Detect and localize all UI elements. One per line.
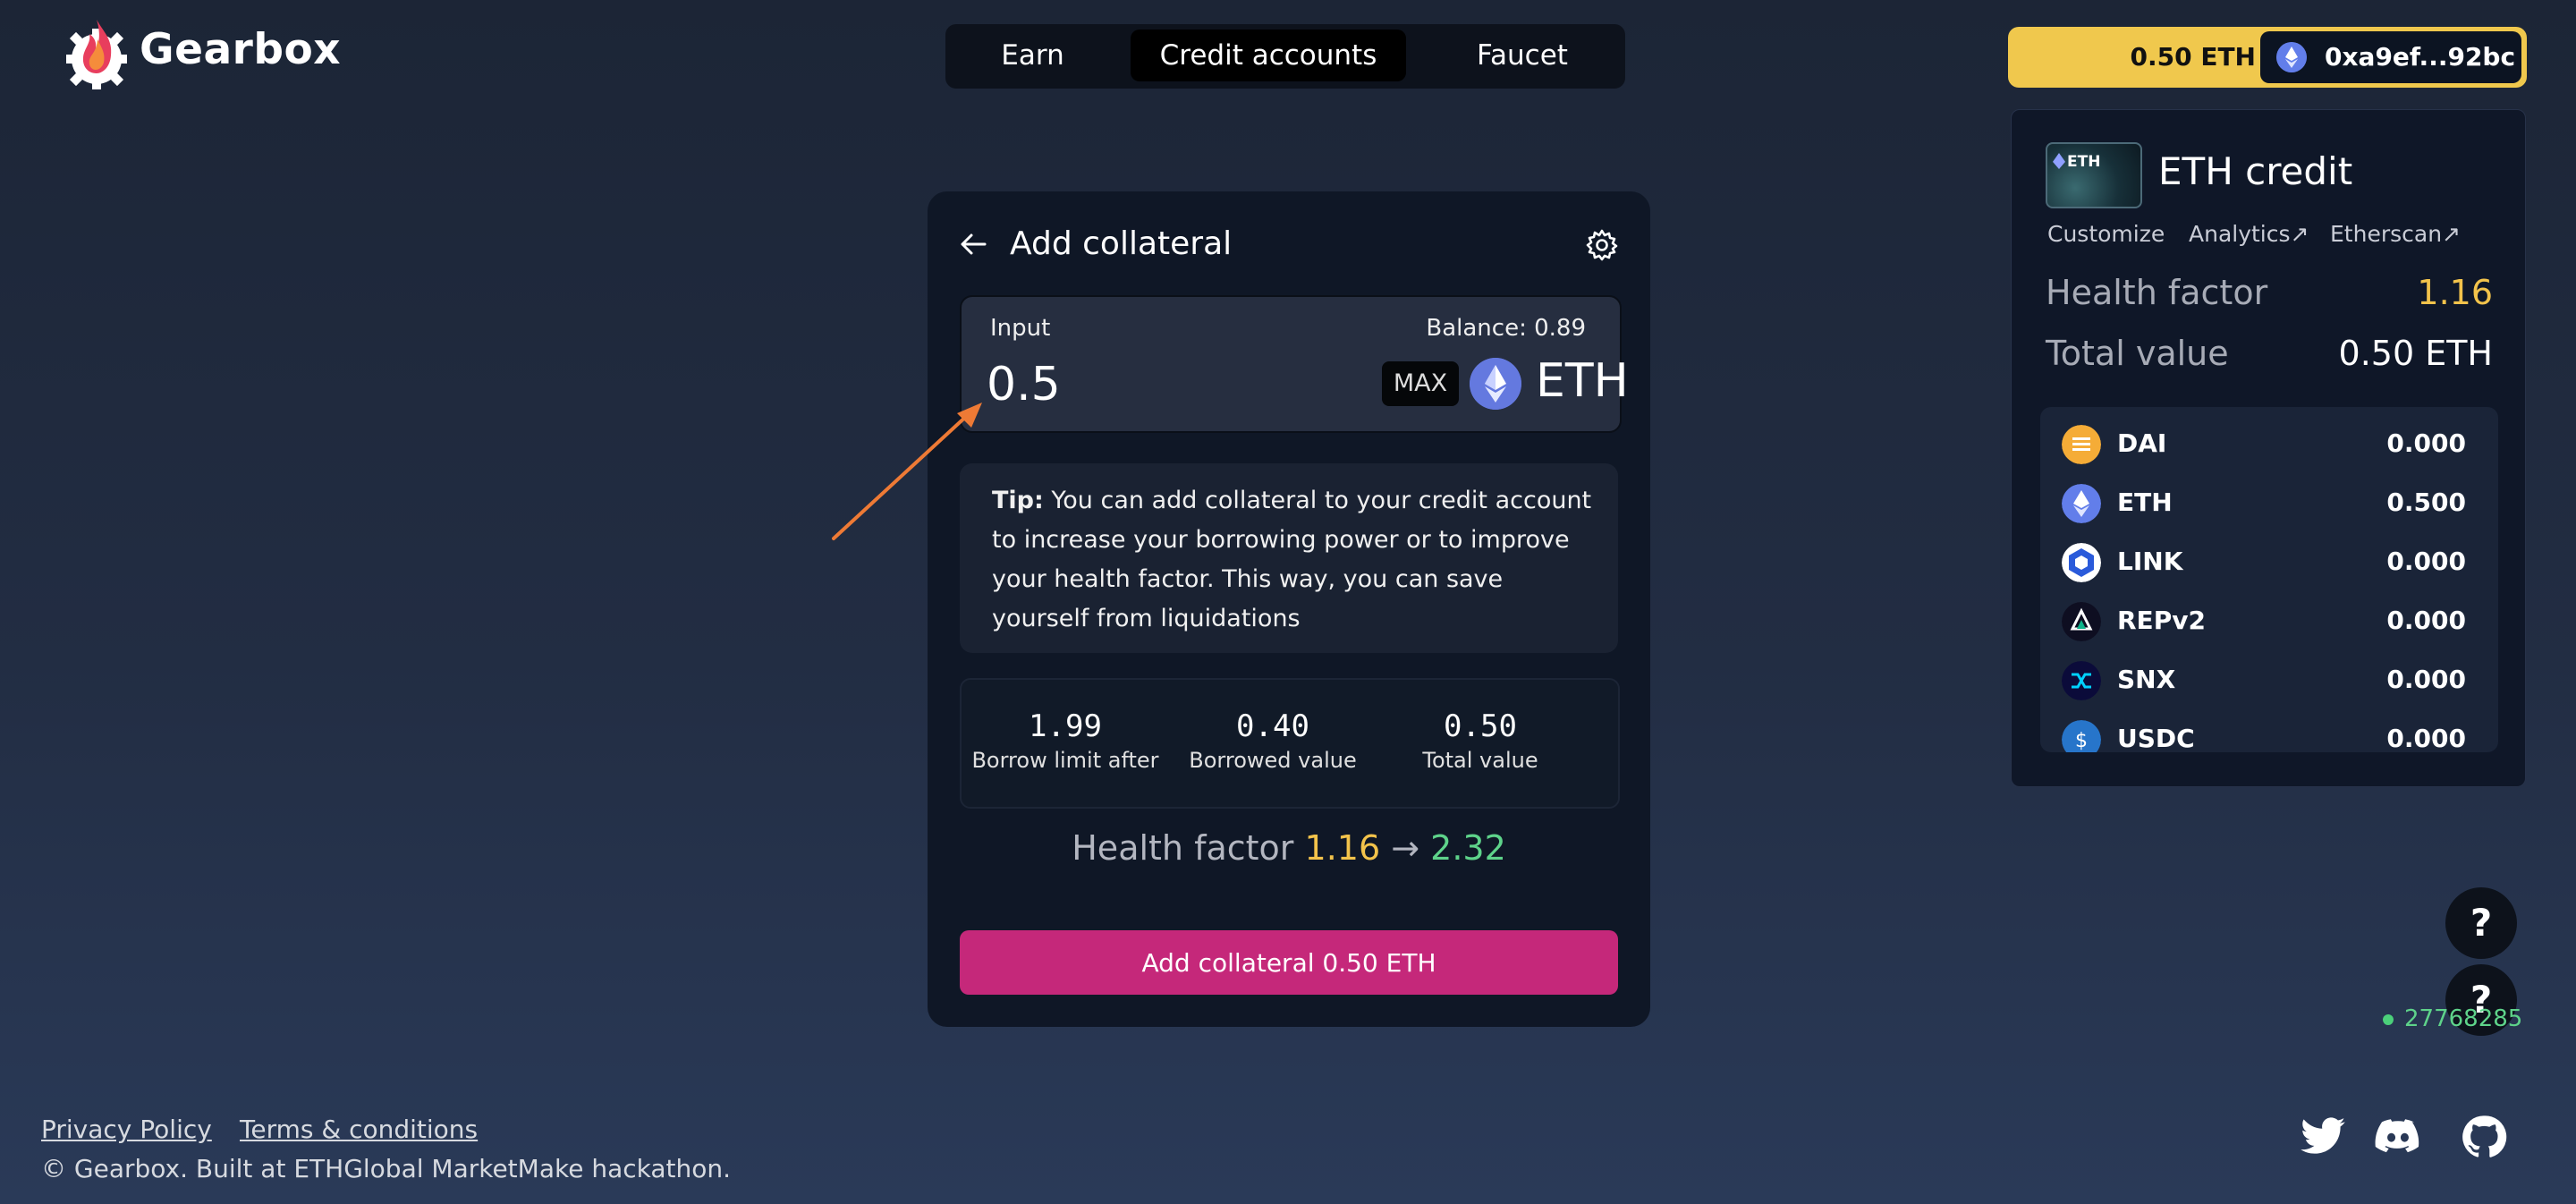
token-row-dai: DAI 0.000: [2040, 414, 2498, 473]
tip-prefix: Tip:: [992, 487, 1044, 514]
brand-name: Gearbox: [140, 25, 342, 74]
tip-text: Tip: You can add collateral to your cred…: [992, 481, 1600, 639]
eth-icon: [2276, 42, 2307, 72]
token-symbol[interactable]: ETH: [1536, 354, 1629, 408]
annotation-arrow-icon: [832, 403, 982, 540]
health-factor-change: Health factor 1.16 → 2.32: [928, 828, 1650, 868]
tab-faucet[interactable]: Faucet: [1428, 30, 1616, 81]
amount-input[interactable]: [985, 352, 1328, 417]
dai-icon: [2062, 425, 2101, 464]
token-amount: 0.500: [2386, 488, 2466, 517]
add-collateral-card: Add collateral Input Balance: 0.89 MAX E…: [928, 191, 1650, 1027]
health-factor-value: 1.16: [2417, 273, 2493, 312]
stat-label: Borrow limit after: [971, 748, 1159, 773]
svg-text:$: $: [2075, 730, 2088, 752]
health-factor-label: Health factor: [2046, 273, 2268, 312]
total-value-label: Total value: [2046, 334, 2229, 373]
stat-label: Total value: [1422, 748, 1538, 773]
back-arrow-icon[interactable]: [958, 229, 988, 259]
terms-link[interactable]: Terms & conditions: [240, 1115, 478, 1144]
token-name: LINK: [2117, 547, 2183, 576]
wallet-address-button[interactable]: 0xa9ef...92bc: [2260, 31, 2521, 83]
stat-borrowed-value: 0.40 Borrowed value: [1169, 708, 1377, 773]
thumbnail-label: ETH: [2067, 153, 2101, 171]
token-amount: 0.000: [2386, 547, 2466, 576]
account-title: ETH credit: [2158, 149, 2353, 193]
input-label: Input: [990, 315, 1051, 342]
wallet-balance: 0.50 ETH: [2130, 42, 2257, 72]
tab-credit-accounts[interactable]: Credit accounts: [1131, 30, 1406, 81]
balance-text: Balance: 0.89: [1426, 315, 1586, 342]
link-icon: [2062, 543, 2101, 582]
analytics-link[interactable]: Analytics↗: [2189, 221, 2309, 247]
token-name: USDC: [2117, 724, 2195, 752]
token-amount: 0.000: [2386, 428, 2466, 458]
token-amount: 0.000: [2386, 724, 2466, 752]
wallet-address: 0xa9ef...92bc: [2325, 42, 2516, 72]
card-title: Add collateral: [1010, 225, 1233, 262]
token-name: REPv2: [2117, 606, 2206, 635]
token-row-repv2: REPv2 0.000: [2040, 591, 2498, 650]
privacy-policy-link[interactable]: Privacy Policy: [41, 1115, 212, 1144]
stats-panel: 1.99 Borrow limit after 0.40 Borrowed va…: [960, 678, 1620, 809]
status-dot-icon: [2383, 1013, 2394, 1025]
help-button[interactable]: ?: [2445, 887, 2517, 959]
stat-borrow-limit: 1.99 Borrow limit after: [962, 708, 1169, 773]
token-name: DAI: [2117, 428, 2167, 458]
customize-link[interactable]: Customize: [2047, 221, 2165, 247]
token-amount: 0.000: [2386, 665, 2466, 694]
github-icon[interactable]: [2460, 1113, 2508, 1161]
account-thumbnail: ETH: [2046, 142, 2142, 208]
gear-icon[interactable]: [1584, 227, 1620, 263]
max-button[interactable]: MAX: [1382, 361, 1459, 406]
rep-icon: [2062, 602, 2101, 641]
twitter-icon[interactable]: [2299, 1113, 2347, 1161]
arrow-right-icon: →: [1391, 828, 1420, 868]
tip-body: You can add collateral to your credit ac…: [992, 487, 1592, 632]
token-name: ETH: [2117, 488, 2173, 517]
token-row-eth: ETH 0.500: [2040, 473, 2498, 532]
token-list[interactable]: DAI 0.000 ETH 0.500 LINK 0.000 REPv2 0.0…: [2040, 407, 2498, 752]
stat-value: 0.50: [1444, 708, 1517, 744]
main-nav: Earn Credit accounts Faucet: [945, 24, 1625, 89]
stat-value: 0.40: [1236, 708, 1309, 744]
tip-box: Tip: You can add collateral to your cred…: [960, 463, 1618, 653]
token-name: SNX: [2117, 665, 2176, 694]
token-row-usdc: $ USDC 0.000: [2040, 709, 2498, 752]
credit-account-panel: ETH ETH credit Customize Analytics↗ Ethe…: [2011, 109, 2526, 787]
block-number-text: 27768285: [2404, 1005, 2523, 1032]
stat-label: Borrowed value: [1189, 748, 1357, 773]
health-factor-before: 1.16: [1304, 828, 1381, 868]
stat-total-value: 0.50 Total value: [1377, 708, 1584, 773]
token-row-link: LINK 0.000: [2040, 532, 2498, 591]
eth-small-icon: [2053, 153, 2065, 169]
token-row-snx: SNX 0.000: [2040, 650, 2498, 709]
health-factor-after: 2.32: [1430, 828, 1506, 868]
stat-value: 1.99: [1029, 708, 1102, 744]
snx-icon: [2062, 661, 2101, 700]
wallet-widget[interactable]: 0.50 ETH 0xa9ef...92bc: [2008, 27, 2527, 88]
block-number: 27768285: [2383, 1005, 2522, 1032]
discord-icon[interactable]: [2374, 1113, 2422, 1161]
add-collateral-button[interactable]: Add collateral 0.50 ETH: [960, 930, 1618, 995]
copyright-text: © Gearbox. Built at ETHGlobal MarketMake…: [41, 1154, 731, 1183]
gearbox-logo-icon[interactable]: [64, 16, 129, 89]
total-value-value: 0.50 ETH: [2338, 334, 2493, 373]
etherscan-link[interactable]: Etherscan↗: [2330, 221, 2461, 247]
tab-earn[interactable]: Earn: [954, 30, 1111, 81]
usdc-icon: $: [2062, 720, 2101, 752]
eth-token-icon: [1470, 358, 1521, 410]
amount-input-box: Input Balance: 0.89 MAX ETH: [960, 295, 1629, 433]
eth-icon: [2062, 484, 2101, 523]
token-amount: 0.000: [2386, 606, 2466, 635]
health-factor-label: Health factor: [1072, 828, 1294, 868]
